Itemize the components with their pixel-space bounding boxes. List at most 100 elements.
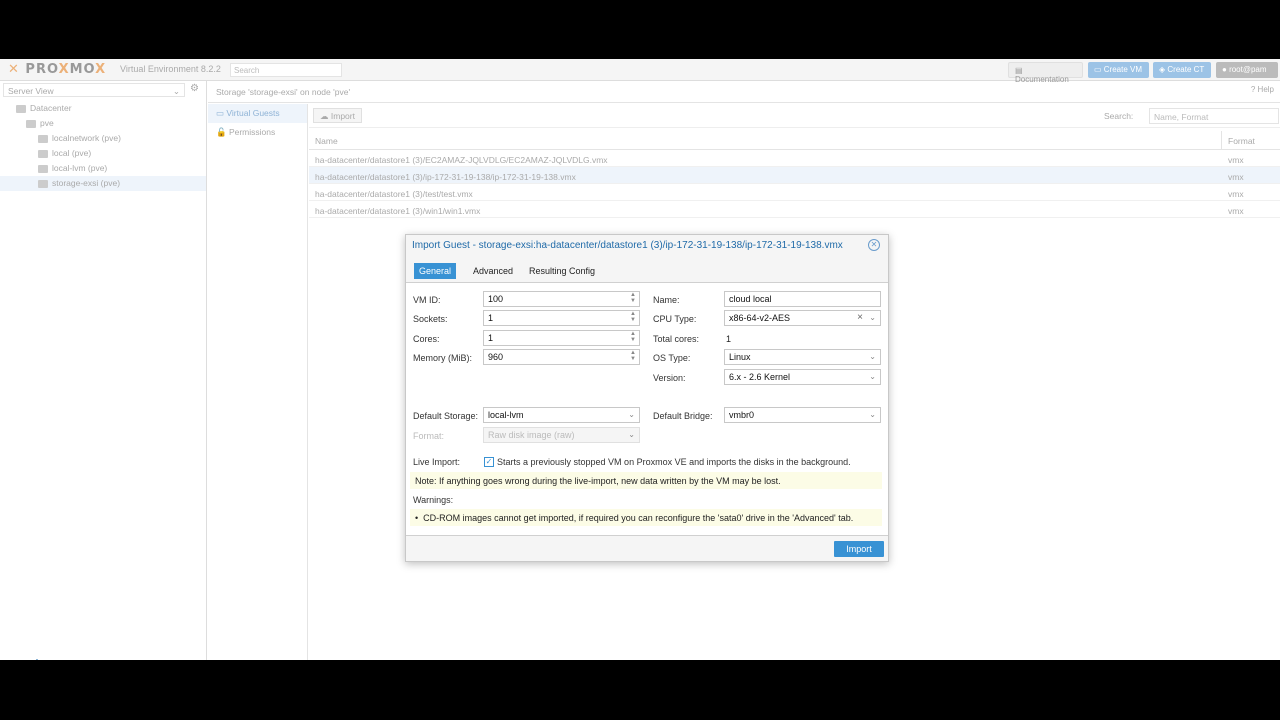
resource-tree: Datacenter pve localnetwork (pve) local … (0, 101, 206, 191)
format-label: Format: (413, 431, 445, 441)
user-icon: ● (1222, 65, 1230, 74)
chevron-down-icon[interactable]: ⌄ (869, 410, 876, 419)
sockets-field[interactable]: 1 ▲ ▼ (483, 310, 640, 326)
ata-logo: AT&A (6, 657, 68, 660)
column-header-name[interactable]: Name (315, 136, 338, 146)
spinner-icon[interactable]: ▲ ▼ (630, 292, 636, 304)
os-type-label: OS Type: (653, 353, 691, 363)
memory-field[interactable]: 960 ▲ ▼ (483, 349, 640, 365)
storage-icon (38, 149, 48, 158)
storage-icon (38, 164, 48, 173)
version-label: Virtual Environment 8.2.2 (120, 64, 221, 74)
import-toolbar-button[interactable]: ☁ Import (313, 108, 362, 123)
tree-node-storage-exsi[interactable]: storage-exsi (pve) (0, 176, 206, 191)
column-header-format[interactable]: Format (1228, 136, 1255, 146)
dialog-body: VM ID: 100 ▲ ▼ Sockets: 1 ▲ ▼ Cores: 1 ▲ ▼ Mem… (406, 282, 888, 536)
vm-id-field[interactable]: 100 ▲ ▼ (483, 291, 640, 307)
version-select[interactable]: 6.x - 2.6 Kernel ⌄ (724, 369, 881, 385)
bullet-icon: • (415, 513, 424, 523)
chevron-down-icon: ⌄ (172, 86, 180, 96)
menu-item-virtual-guests[interactable]: ▭ Virtual Guests (208, 104, 307, 123)
global-search-input[interactable]: Search (230, 63, 342, 77)
tree-node-localnetwork[interactable]: localnetwork (pve) (0, 131, 206, 146)
grid-search-input[interactable]: Name, Format (1149, 108, 1279, 124)
resource-tree-panel: Server View ⌄ ⚙ Datacenter pve localnetwo… (0, 81, 207, 660)
default-storage-label: Default Storage: (413, 411, 479, 421)
spinner-icon[interactable]: ▲ ▼ (630, 331, 636, 343)
default-storage-select[interactable]: local-lvm ⌄ (483, 407, 640, 423)
monitor-icon: ▭ (216, 108, 227, 118)
warning-item: • CD-ROM images cannot get imported, if … (410, 509, 882, 526)
os-type-select[interactable]: Linux ⌄ (724, 349, 881, 365)
tab-advanced[interactable]: Advanced (468, 263, 518, 279)
chevron-down-icon[interactable]: ⌄ (869, 372, 876, 381)
tab-general[interactable]: General (414, 263, 457, 279)
tab-resulting-config[interactable]: Resulting Config (524, 263, 600, 279)
network-icon (38, 134, 48, 143)
format-select: Raw disk image (raw) ⌄ (483, 427, 640, 443)
version-label: Version: (653, 373, 686, 383)
proxmox-logo: ✕ PROXMOX (8, 62, 107, 77)
tree-node-local[interactable]: local (pve) (0, 146, 206, 161)
cores-label: Cores: (413, 334, 440, 344)
server-icon (26, 119, 36, 128)
monitor-icon: ▭ (1094, 65, 1104, 74)
live-import-note: Note: If anything goes wrong during the … (410, 472, 882, 489)
content-header: Storage 'storage-exsi' on node 'pve' ? H… (208, 81, 1280, 103)
gear-icon[interactable]: ⚙ (190, 83, 199, 94)
storage-submenu: ▭ Virtual Guests 🔓 Permissions (208, 104, 308, 660)
total-cores-label: Total cores: (653, 334, 700, 344)
vm-id-label: VM ID: (413, 295, 441, 305)
import-button[interactable]: Import (834, 541, 884, 557)
live-import-label: Live Import: (413, 457, 461, 467)
tree-node-local-lvm[interactable]: local-lvm (pve) (0, 161, 206, 176)
create-ct-button[interactable]: ◈ Create CT (1153, 62, 1211, 78)
create-vm-button[interactable]: ▭ Create VM (1088, 62, 1149, 78)
total-cores-value: 1 (726, 334, 732, 344)
name-field[interactable]: cloud local (724, 291, 881, 307)
dialog-footer: Import (834, 541, 884, 557)
table-row[interactable]: ha-datacenter/datastore1 (3)/EC2AMAZ-JQL… (309, 150, 1280, 167)
default-bridge-label: Default Bridge: (653, 411, 713, 421)
grid-header: Name Format (309, 131, 1280, 150)
live-import-description: Starts a previously stopped VM on Proxmo… (497, 457, 851, 467)
tree-node-datacenter[interactable]: Datacenter (0, 101, 206, 116)
default-bridge-select[interactable]: vmbr0 ⌄ (724, 407, 881, 423)
datacenter-icon (16, 104, 26, 113)
spinner-icon[interactable]: ▲ ▼ (630, 311, 636, 323)
spinner-icon[interactable]: ▲ ▼ (630, 350, 636, 362)
dialog-title: Import Guest - storage-exsi:ha-datacente… (412, 240, 843, 251)
chevron-down-icon[interactable]: ⌄ (628, 410, 635, 419)
chevron-down-icon[interactable]: ⌄ (869, 352, 876, 361)
memory-label: Memory (MiB): (413, 353, 472, 363)
clear-icon[interactable]: × (857, 312, 863, 323)
help-button[interactable]: ? Help (1251, 85, 1274, 94)
cpu-type-select[interactable]: x86-64-v2-AES × ⌄ (724, 310, 881, 326)
search-label: Search: (1104, 111, 1134, 121)
table-row[interactable]: ha-datacenter/datastore1 (3)/win1/win1.v… (309, 201, 1280, 218)
close-icon[interactable]: ✕ (868, 239, 880, 251)
name-label: Name: (653, 295, 680, 305)
cloud-icon: ☁ (320, 111, 331, 121)
chevron-down-icon[interactable]: ⌄ (869, 313, 876, 322)
documentation-button[interactable]: ▤ Documentation (1008, 62, 1083, 84)
menu-item-permissions[interactable]: 🔓 Permissions (208, 123, 307, 142)
book-icon: ▤ (1015, 66, 1023, 75)
sockets-label: Sockets: (413, 314, 448, 324)
cores-field[interactable]: 1 ▲ ▼ (483, 330, 640, 346)
warnings-label: Warnings: (413, 495, 454, 505)
cpu-type-label: CPU Type: (653, 314, 697, 324)
page-title: Storage 'storage-exsi' on node 'pve' (216, 87, 351, 97)
tree-node-pve[interactable]: pve (0, 116, 206, 131)
unlock-icon: 🔓 (216, 127, 229, 137)
top-bar: ✕ PROXMOX Virtual Environment 8.2.2 Sear… (0, 59, 1280, 84)
table-row[interactable]: ha-datacenter/datastore1 (3)/test/test.v… (309, 184, 1280, 201)
chevron-down-icon: ⌄ (628, 430, 635, 439)
live-import-checkbox[interactable]: ✓ (484, 457, 494, 467)
view-selector[interactable]: Server View ⌄ (3, 83, 185, 97)
user-menu-button[interactable]: ● root@pam (1216, 62, 1278, 78)
table-row[interactable]: ha-datacenter/datastore1 (3)/ip-172-31-1… (309, 167, 1280, 184)
guests-grid: Name Format ha-datacenter/datastore1 (3)… (309, 131, 1280, 218)
grid-toolbar: ☁ Import Search: Name, Format (309, 104, 1280, 128)
help-icon: ? (1250, 85, 1258, 94)
